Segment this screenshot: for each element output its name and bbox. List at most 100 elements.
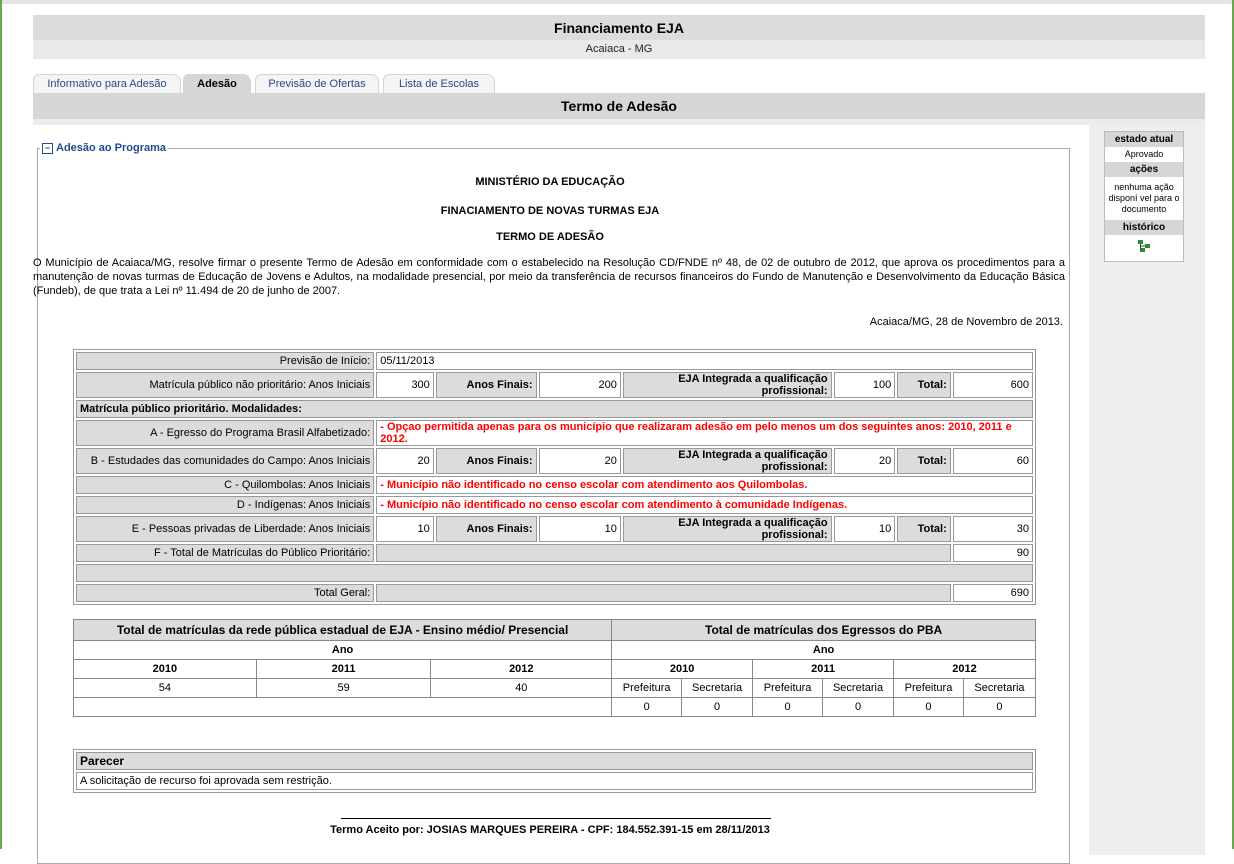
table-row: 2010 2011 2012 2010 2011 2012 xyxy=(73,659,1036,679)
tab-adesao[interactable]: Adesão xyxy=(183,74,251,94)
pba-value: 0 xyxy=(962,697,1037,717)
left-border xyxy=(0,0,2,849)
estado-header: estado atual xyxy=(1105,132,1183,147)
table-row: 0 0 0 0 0 0 xyxy=(72,697,1037,717)
page-subtitle: Acaiaca - MG xyxy=(33,40,1205,59)
estadual-blank xyxy=(72,697,613,717)
prefeitura-label: Prefeitura xyxy=(611,678,683,698)
f-label: F - Total de Matrículas do Público Prior… xyxy=(76,544,375,562)
previsao-value: 05/11/2013 xyxy=(376,352,1033,370)
e-integrada: 10 xyxy=(833,516,896,542)
b-label: B - Estudades das comunidades do Campo: … xyxy=(76,448,375,474)
b-total: 60 xyxy=(952,448,1033,474)
doc-financiamento: FINACIAMENTO DE NOVAS TURMAS EJA xyxy=(440,205,660,217)
nao-prio-iniciais: 300 xyxy=(376,372,434,398)
pba-value: 0 xyxy=(752,697,824,717)
pba-value: 0 xyxy=(893,697,964,717)
table-row: Total Geral: 690 xyxy=(76,584,1033,602)
ano-label-right: Ano xyxy=(611,640,1036,660)
prefeitura-label: Prefeitura xyxy=(893,678,964,698)
anos-finais-label: Anos Finais: xyxy=(435,372,537,398)
integrada-label: EJA Integrada a qualificação profissiona… xyxy=(622,372,832,398)
signature-line xyxy=(341,818,771,819)
table-row: B - Estudades das comunidades do Campo: … xyxy=(76,448,1033,474)
estadual-2012: 40 xyxy=(430,678,613,698)
page-title: Financiamento EJA xyxy=(33,15,1205,40)
table-row: 54 59 40 Prefeitura Secretaria Prefeitur… xyxy=(73,678,1037,698)
table-row: D - Indígenas: Anos Iniciais - Município… xyxy=(76,496,1033,514)
tab-previsao-ofertas[interactable]: Previsão de Ofertas xyxy=(255,74,379,94)
table-row: F - Total de Matrículas do Público Prior… xyxy=(76,544,1033,562)
aceite-text: Termo Aceito por: JOSIAS MARQUES PEREIRA… xyxy=(330,824,770,836)
pba-value: 0 xyxy=(822,697,895,717)
total-label: Total: xyxy=(897,448,951,474)
prefeitura-label: Prefeitura xyxy=(752,678,824,698)
history-tree-icon[interactable] xyxy=(1137,239,1151,253)
doc-date: Acaiaca/MG, 28 de Novembro de 2013. xyxy=(869,316,1063,328)
parecer-header: Parecer xyxy=(76,752,1033,770)
year-2011-pba: 2011 xyxy=(752,659,895,679)
year-2012: 2012 xyxy=(430,659,613,679)
pba-value: 0 xyxy=(681,697,754,717)
nao-prio-integrada: 100 xyxy=(833,372,896,398)
table-row: Ano Ano xyxy=(72,640,1036,660)
total-geral-value: 690 xyxy=(952,584,1033,602)
table-row: A - Egresso do Programa Brasil Alfabetiz… xyxy=(76,420,1033,446)
d-label: D - Indígenas: Anos Iniciais xyxy=(76,496,375,514)
year-2010-pba: 2010 xyxy=(611,659,754,679)
fieldset-legend[interactable]: − Adesão ao Programa xyxy=(40,142,168,154)
previsao-label: Previsão de Início: xyxy=(76,352,375,370)
workflow-sidebar: estado atual Aprovado ações nenhuma ação… xyxy=(1104,131,1184,262)
section-title: Termo de Adesão xyxy=(33,93,1205,119)
anos-finais-label: Anos Finais: xyxy=(435,448,537,474)
fieldset-legend-text: Adesão ao Programa xyxy=(56,142,167,154)
anos-finais-label: Anos Finais: xyxy=(435,516,537,542)
e-label: E - Pessoas privadas de Liberdade: Anos … xyxy=(76,516,375,542)
year-2011: 2011 xyxy=(255,659,432,679)
a-warning: - Opçao permitida apenas para os municíp… xyxy=(376,420,1033,446)
table-row: Total de matrículas da rede pública esta… xyxy=(72,619,1036,641)
estado-value: Aprovado xyxy=(1124,149,1164,159)
secretaria-label: Secretaria xyxy=(681,678,754,698)
estadual-2010: 54 xyxy=(73,678,257,698)
section-divider xyxy=(33,119,1205,125)
b-iniciais: 20 xyxy=(376,448,434,474)
doc-ministerio: MINISTÉRIO DA EDUCAÇÃO xyxy=(475,176,625,188)
pba-value: 0 xyxy=(611,697,683,717)
parecer-text: A solicitação de recurso foi aprovada se… xyxy=(76,772,1033,790)
egressos-header: Total de matrículas dos Egressos do PBA xyxy=(611,619,1036,641)
total-label: Total: xyxy=(897,516,951,542)
table-row xyxy=(76,564,1033,582)
ano-label-left: Ano xyxy=(72,640,613,660)
prio-section-header: Matrícula público prioritário. Modalidad… xyxy=(76,400,1033,418)
doc-termo: TERMO DE ADESÃO xyxy=(496,231,604,243)
table-row: Matrícula público não prioritário: Anos … xyxy=(76,372,1033,398)
table-row: Parecer xyxy=(76,752,1033,770)
nao-prio-label: Matrícula público não prioritário: Anos … xyxy=(76,372,375,398)
total-geral-spacer xyxy=(376,584,951,602)
f-spacer xyxy=(376,544,951,562)
nao-prio-total: 600 xyxy=(952,372,1033,398)
table-row: Previsão de Início: 05/11/2013 xyxy=(76,352,1033,370)
nao-prio-finais: 200 xyxy=(538,372,621,398)
top-border xyxy=(0,0,1234,4)
parecer-table: Parecer A solicitação de recurso foi apr… xyxy=(73,749,1036,793)
estadual-2011: 59 xyxy=(255,678,432,698)
table-row: A solicitação de recurso foi aprovada se… xyxy=(76,772,1033,790)
acoes-header: ações xyxy=(1105,162,1183,177)
tab-lista-escolas[interactable]: Lista de Escolas xyxy=(383,74,495,94)
tab-informativo[interactable]: Informativo para Adesão xyxy=(33,74,181,94)
blank-row xyxy=(76,564,1033,582)
year-2010: 2010 xyxy=(73,659,257,679)
total-label: Total: xyxy=(897,372,951,398)
collapse-icon[interactable]: − xyxy=(42,142,53,154)
total-geral-label: Total Geral: xyxy=(76,584,375,602)
table-row: Matrícula público prioritário. Modalidad… xyxy=(76,400,1033,418)
b-finais: 20 xyxy=(538,448,621,474)
year-2012-pba: 2012 xyxy=(893,659,1036,679)
table-row: E - Pessoas privadas de Liberdade: Anos … xyxy=(76,516,1033,542)
c-label: C - Quilombolas: Anos Iniciais xyxy=(76,476,375,494)
c-warning: - Município não identificado no censo es… xyxy=(376,476,1033,494)
matricula-table: Previsão de Início: 05/11/2013 Matrícula… xyxy=(73,349,1036,605)
doc-paragraph: O Município de Acaiaca/MG, resolve firma… xyxy=(33,257,1065,297)
